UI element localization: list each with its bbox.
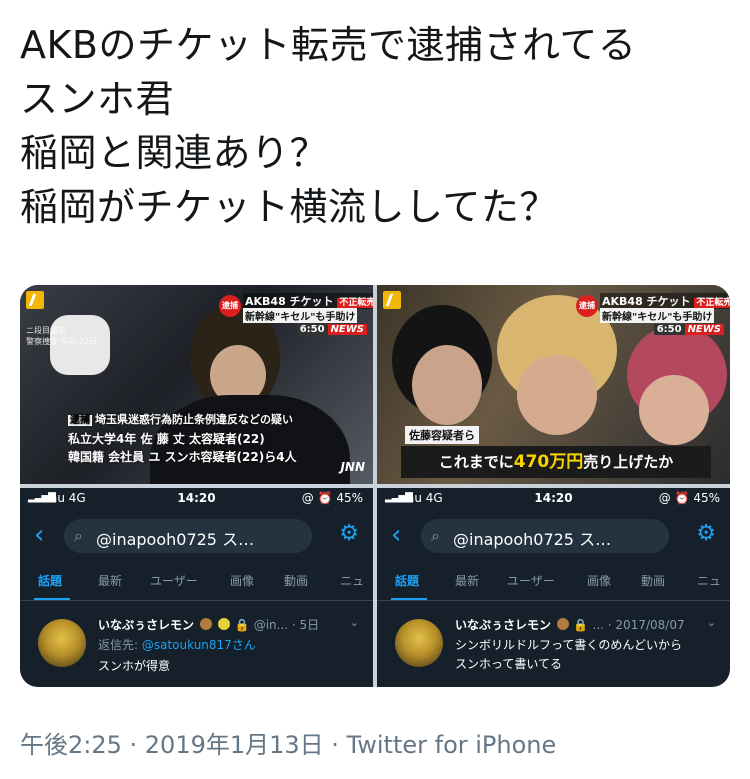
status-bar: ▂▃▅▇ au 4G 14:20 @ ⏰ 45% [20,488,373,510]
tab-news[interactable]: ニュ [697,572,721,589]
lock-icon: 🔒 [573,618,589,632]
search-tabs: 話題 最新 ユーザー 画像 動画 ニュ [377,572,730,594]
tweet-author[interactable]: いなぷぅさレモン 🔒 ... · 2017/08/07 [455,616,685,633]
search-tabs: 話題 最新 ユーザー 画像 動画 ニュ [20,572,373,594]
news-headline-line1: AKB48 チケット 不正転売 [243,293,373,309]
news-badge: 逮捕 [219,295,241,317]
tab-videos[interactable]: 動画 [641,572,665,589]
tweet-line: 稲岡と関連あり？ [20,131,329,175]
tweet-meta: ... · 2017/08/07 [592,618,685,632]
search-icon: ⌕ [74,526,83,545]
caption-row: 韓国籍 会社員 ユ スンホ容疑者(22)ら4人 [68,450,297,464]
news-small-text: ニ段目撮影 警察捜査 保存 22日 [26,326,98,346]
news-headline-line2: 新幹線"キセル"も手助け [243,308,358,323]
status-bar: ▂▃▅▇ au 4G 14:20 @ ⏰ 45% [377,488,730,510]
news-headline-line2: 新幹線"キセル"も手助け [600,308,715,323]
search-query: @inapooh0725 ス… [453,530,612,549]
tab-top[interactable]: 話題 [395,572,419,589]
news-caption-main: これまでに470万円売り上げたか [401,446,711,478]
tweet-text: AKBのチケット転売で逮捕されてる スンホ君 稲岡と関連あり？ 稲岡がチケット横… [20,18,720,234]
tbs-logo-icon [26,291,44,309]
search-row: ‹ ⌕ @inapooh0725 ス… ⚙ [377,514,730,558]
tab-latest[interactable]: 最新 [98,572,122,589]
chevron-down-icon[interactable]: ⌄ [707,616,716,629]
filter-icon[interactable]: ⚙ [696,523,716,545]
lock-icon: 🔒 [234,618,250,632]
divider [377,600,730,601]
phone-screenshot-right[interactable]: ▂▃▅▇ au 4G 14:20 @ ⏰ 45% ‹ ⌕ @inapooh072… [377,488,730,687]
tab-top[interactable]: 話題 [38,572,62,589]
search-row: ‹ ⌕ @inapooh0725 ス… ⚙ [20,514,373,558]
avatar[interactable] [38,619,86,667]
tab-latest[interactable]: 最新 [455,572,479,589]
tbs-logo-icon [383,291,401,309]
person-face [639,375,709,445]
news-time-bar: 6:50 NEWS [296,324,367,335]
reply-to: 返信先: @satoukun817さん [98,638,256,652]
news-headline: 逮捕 AKB48 チケット 不正転売 新幹線"キセル"も手助け 6:50 NEWS [219,291,373,341]
back-arrow-icon[interactable]: ‹ [34,522,44,548]
search-input[interactable]: ⌕ @inapooh0725 ス… [421,519,669,553]
tab-users[interactable]: ユーザー [150,572,198,589]
network-logo: JNN [340,460,365,474]
tweet-line: AKBのチケット転売で逮捕されてる [20,23,637,67]
lemon-emoji-icon [218,618,231,630]
tab-photos[interactable]: 画像 [587,572,611,589]
tab-users[interactable]: ユーザー [507,572,555,589]
tab-news[interactable]: ニュ [340,572,364,589]
tweet-line: 稲岡がチケット横流ししてた？ [20,185,558,229]
back-arrow-icon[interactable]: ‹ [391,522,401,548]
bear-emoji-icon [557,618,570,630]
tab-photos[interactable]: 画像 [230,572,254,589]
tweet-timestamp[interactable]: 午後2:25 · 2019年1月13日 · Twitter for iPhone [20,725,556,760]
news-badge: 逮捕 [576,295,598,317]
news-caption-small: 佐藤容疑者ら [405,426,479,444]
reply-mention-link[interactable]: @satoukun817さん [142,638,256,652]
phone-screenshot-left[interactable]: ▂▃▅▇ au 4G 14:20 @ ⏰ 45% ‹ ⌕ @inapooh072… [20,488,373,687]
tweet-meta: @in... · 5日 [253,618,320,632]
news-headline-line1: AKB48 チケット 不正転売 [600,293,730,309]
news-image-right[interactable]: 逮捕 AKB48 チケット 不正転売 新幹線"キセル"も手助け 6:50 NEWS… [377,285,730,484]
battery-indicator: @ ⏰ 45% [301,491,363,505]
person-face [517,355,597,435]
search-input[interactable]: ⌕ @inapooh0725 ス… [64,519,312,553]
news-headline: 逮捕 AKB48 チケット 不正転売 新幹線"キセル"も手助け 6:50 NEWS [576,291,730,341]
tweet-media-grid[interactable]: ニ段目撮影 警察捜査 保存 22日 逮捕 AKB48 チケット 不正転売 新幹線… [20,285,730,687]
search-icon: ⌕ [431,526,440,545]
tweet-body: シンボリルドルフって書くのめんどいから スンホって書いてる [455,638,683,671]
filter-icon[interactable]: ⚙ [339,523,359,545]
tab-videos[interactable]: 動画 [284,572,308,589]
divider [20,600,373,601]
tweet-author[interactable]: いなぷぅさレモン 🔒 @in... · 5日 [98,616,319,633]
person-face [412,345,482,425]
tweet-line: スンホ君 [20,77,175,121]
news-time-bar: 6:50 NEWS [653,324,724,335]
caption-row: 逮捕 埼玉県迷惑行為防止条例違反などの疑い [68,413,293,426]
caption-row: 私立大学4年 佐 藤 丈 太容疑者(22) [68,432,265,446]
news-caption: 逮捕 埼玉県迷惑行為防止条例違反などの疑い 私立大学4年 佐 藤 丈 太容疑者(2… [68,411,338,466]
battery-indicator: @ ⏰ 45% [658,491,720,505]
avatar[interactable] [395,619,443,667]
search-query: @inapooh0725 ス… [96,530,255,549]
chevron-down-icon[interactable]: ⌄ [350,616,359,629]
news-image-left[interactable]: ニ段目撮影 警察捜査 保存 22日 逮捕 AKB48 チケット 不正転売 新幹線… [20,285,373,484]
tweet-body: スンホが得意 [98,659,171,673]
bear-emoji-icon [200,618,213,630]
